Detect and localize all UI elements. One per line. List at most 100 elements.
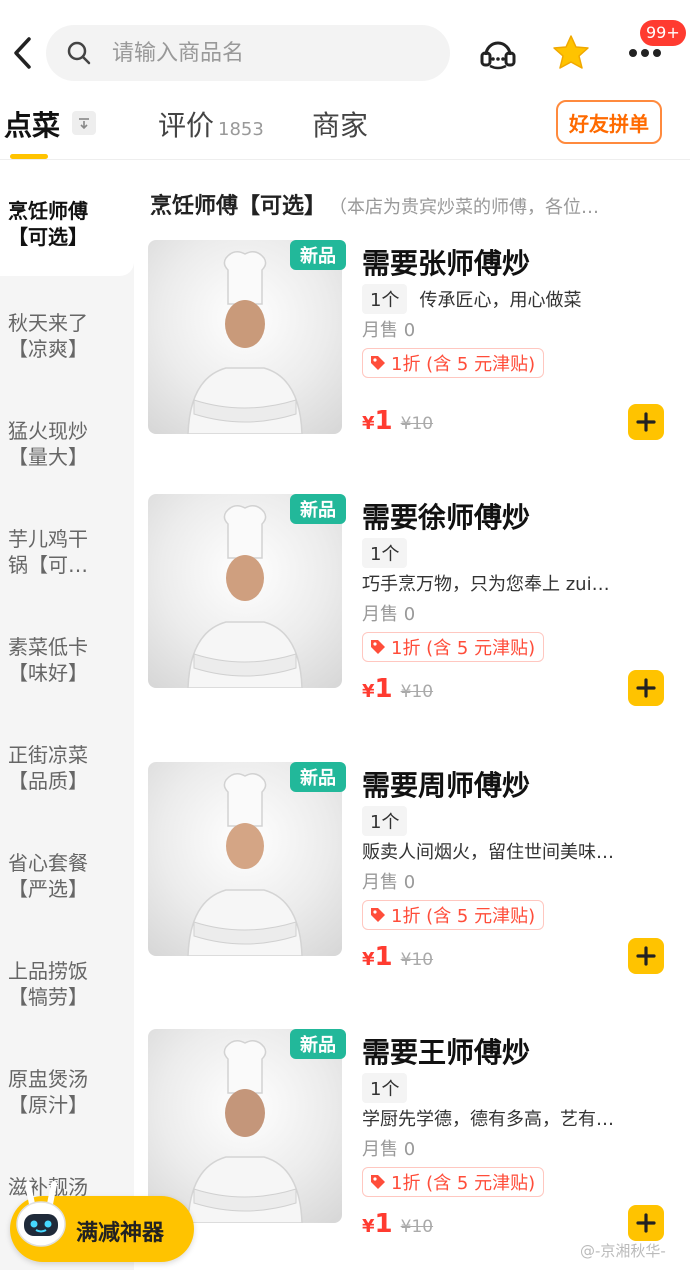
notification-badge: 99+ <box>640 20 686 46</box>
sort-down-icon <box>79 118 89 130</box>
price-currency: ¥ <box>362 413 375 434</box>
monthly-sales: 月售 0 <box>362 1139 416 1160</box>
product-description: 贩卖人间烟火，留住世间美味… <box>362 842 614 863</box>
sidebar-item-label: 原盅煲汤 <box>8 1067 88 1091</box>
sidebar-item-label: 芋儿鸡干 <box>8 527 88 551</box>
tab-label: 点菜 <box>4 109 61 142</box>
product-name: 需要张师傅炒 <box>362 247 531 280</box>
sidebar-item-taro-chicken[interactable]: 芋儿鸡干 锅【可… <box>0 496 134 604</box>
sidebar-item-sublabel: 锅【可… <box>8 553 88 577</box>
sidebar-item-label: 秋天来了 <box>8 311 88 335</box>
new-product-tag: 新品 <box>290 1029 346 1059</box>
price-tag-icon <box>371 640 385 654</box>
product-spec: 1个 传承匠心，用心做菜 <box>362 284 581 314</box>
product-unit: 1个 <box>362 538 408 568</box>
product-unit: 1个 <box>362 806 408 836</box>
plus-icon <box>636 1213 656 1233</box>
sidebar-item-soup[interactable]: 原盅煲汤 【原汁】 <box>0 1036 134 1144</box>
back-button[interactable] <box>4 30 40 76</box>
discount-text: 1折 (含 5 元津贴) <box>391 1173 536 1194</box>
sidebar-item-cold-dishes[interactable]: 正街凉菜 【品质】 <box>0 712 134 820</box>
original-price: ¥10 <box>400 950 434 970</box>
price: ¥ 1 ¥10 <box>362 1209 433 1239</box>
tab-merchant[interactable]: 商家 <box>312 104 368 144</box>
original-price: ¥10 <box>400 682 434 702</box>
add-to-cart-button[interactable] <box>628 1205 664 1241</box>
category-sidebar: 烹饪师傅 【可选】 秋天来了 【凉爽】 猛火现炒 【量大】 芋儿鸡干 锅【可… … <box>0 168 134 1270</box>
discount-badge: 1折 (含 5 元津贴) <box>362 1167 545 1197</box>
product-name: 需要徐师傅炒 <box>362 501 531 534</box>
tab-label: 商家 <box>312 109 369 142</box>
sidebar-item-sublabel: 【凉爽】 <box>8 337 88 361</box>
sidebar-item-label: 猛火现炒 <box>8 419 88 443</box>
discount-text: 1折 (含 5 元津贴) <box>391 638 536 659</box>
original-price: ¥10 <box>400 414 434 434</box>
review-count: 1853 <box>218 119 264 140</box>
price-currency: ¥ <box>362 681 375 702</box>
sidebar-item-sublabel: 【严选】 <box>8 877 88 901</box>
sidebar-item-sublabel: 【味好】 <box>8 661 88 685</box>
sidebar-item-autumn[interactable]: 秋天来了 【凉爽】 <box>0 280 134 388</box>
search-input[interactable] <box>112 40 412 66</box>
price-tag-icon <box>371 356 385 370</box>
promo-label: 满减神器 <box>76 1221 165 1246</box>
discount-badge: 1折 (含 5 元津贴) <box>362 348 545 378</box>
product-description: 巧手烹万物，只为您奉上 zui… <box>362 574 610 595</box>
chevron-left-icon <box>14 37 31 69</box>
sidebar-item-set-meals[interactable]: 省心套餐 【严选】 <box>0 820 134 928</box>
star-icon <box>553 35 589 69</box>
original-price: ¥10 <box>400 1217 434 1237</box>
monthly-sales: 月售 0 <box>362 872 416 893</box>
price-currency: ¥ <box>362 1216 375 1237</box>
favorite-button[interactable] <box>550 32 592 74</box>
product-description: 学厨先学德，德有多高，艺有… <box>362 1109 614 1130</box>
sidebar-item-stirfry[interactable]: 猛火现炒 【量大】 <box>0 388 134 496</box>
sidebar-item-label: 素菜低卡 <box>8 635 88 659</box>
search-bar[interactable] <box>46 25 450 81</box>
monthly-sales: 月售 0 <box>362 320 416 341</box>
sidebar-item-sublabel: 【犒劳】 <box>8 985 88 1009</box>
product-card[interactable]: 新品 需要王师傅炒 1个 学厨先学德，德有多高，艺有… 月售 0 1折 (含 5… <box>148 1029 678 1241</box>
price: ¥ 1 ¥10 <box>362 942 433 972</box>
current-price: 1 <box>374 406 393 436</box>
discount-text: 1折 (含 5 元津贴) <box>391 354 536 375</box>
sidebar-item-label: 省心套餐 <box>8 851 88 875</box>
tab-order[interactable]: 点菜 <box>4 104 60 144</box>
product-card[interactable]: 新品 需要张师傅炒 1个 传承匠心，用心做菜 月售 0 1折 (含 5 元津贴)… <box>148 240 678 440</box>
plus-icon <box>636 412 656 432</box>
robot-mascot-icon <box>16 1181 66 1247</box>
active-tab-indicator <box>10 154 48 159</box>
product-unit: 1个 <box>362 284 408 314</box>
add-to-cart-button[interactable] <box>628 670 664 706</box>
search-icon <box>67 41 91 65</box>
current-price: 1 <box>374 674 393 704</box>
sidebar-item-rice[interactable]: 上品捞饭 【犒劳】 <box>0 928 134 1036</box>
discount-badge: 1折 (含 5 元津贴) <box>362 632 545 662</box>
section-title: 烹饪师傅【可选】 <box>150 194 327 219</box>
customer-service-button[interactable] <box>477 32 519 74</box>
product-spec: 1个 <box>362 1073 419 1103</box>
plus-icon <box>636 946 656 966</box>
new-product-tag: 新品 <box>290 762 346 792</box>
price-tag-icon <box>371 1175 385 1189</box>
group-order-button[interactable]: 好友拼单 <box>556 100 662 144</box>
sidebar-item-chef[interactable]: 烹饪师傅 【可选】 <box>0 168 134 276</box>
new-product-tag: 新品 <box>290 494 346 524</box>
current-price: 1 <box>374 942 393 972</box>
more-dots-icon <box>629 49 661 57</box>
headset-icon <box>480 41 516 70</box>
product-card[interactable]: 新品 需要周师傅炒 1个 贩卖人间烟火，留住世间美味… 月售 0 1折 (含 5… <box>148 762 678 974</box>
sidebar-item-vegetables[interactable]: 素菜低卡 【味好】 <box>0 604 134 712</box>
price-tag-icon <box>371 908 385 922</box>
tab-reviews[interactable]: 评价 1853 <box>158 104 264 144</box>
product-card[interactable]: 新品 需要徐师傅炒 1个 巧手烹万物，只为您奉上 zui… 月售 0 1折 (含… <box>148 494 678 706</box>
add-to-cart-button[interactable] <box>628 938 664 974</box>
discount-helper-button[interactable]: 满减神器 <box>10 1181 194 1262</box>
sidebar-item-sublabel: 【量大】 <box>8 445 88 469</box>
sort-toggle[interactable] <box>72 111 96 135</box>
product-description: 传承匠心，用心做菜 <box>419 290 582 311</box>
add-to-cart-button[interactable] <box>628 404 664 440</box>
new-product-tag: 新品 <box>290 240 346 270</box>
sidebar-item-label: 烹饪师傅 <box>8 199 88 223</box>
sidebar-item-sublabel: 【原汁】 <box>8 1093 88 1117</box>
